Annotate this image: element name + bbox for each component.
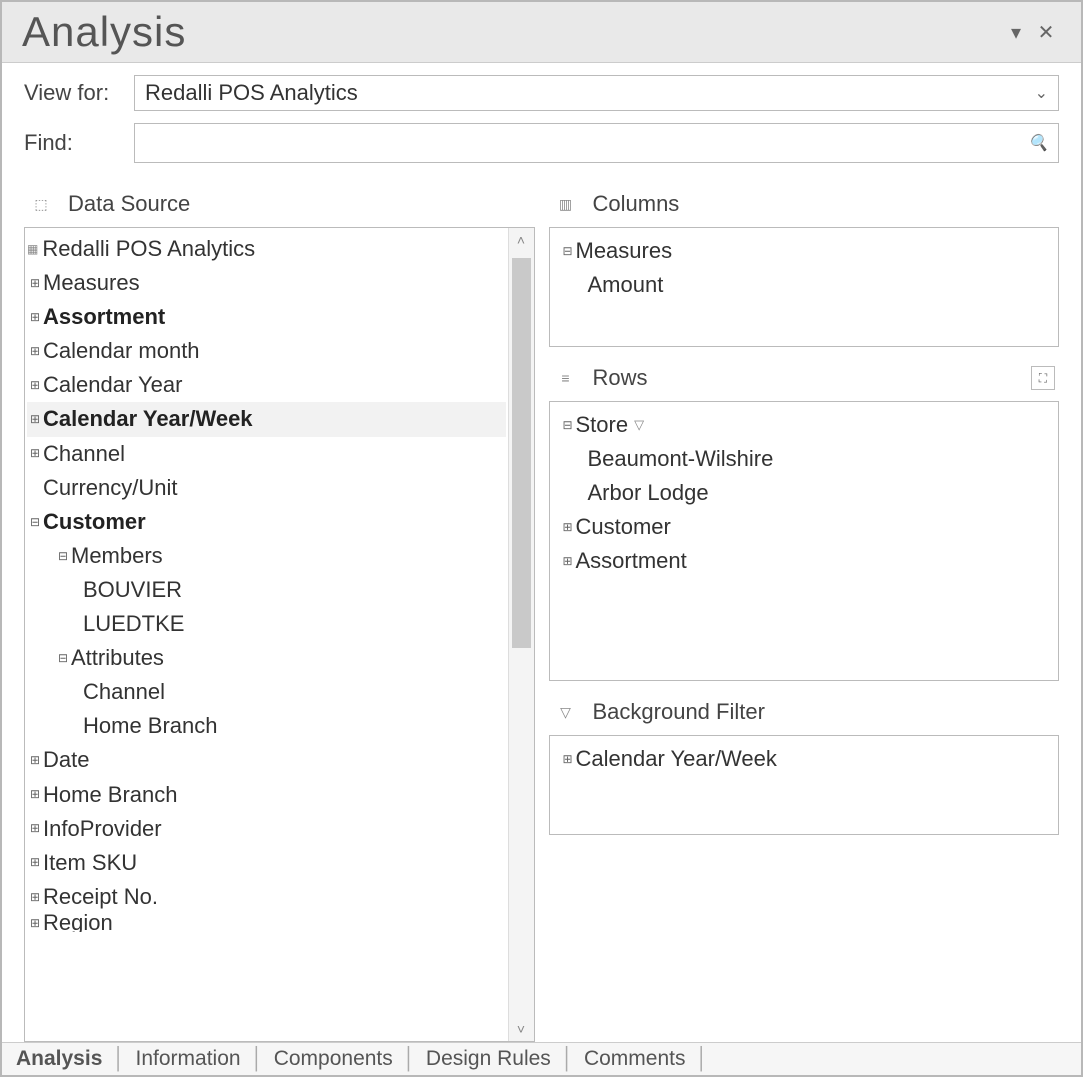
tree-item[interactable]: Members	[71, 539, 163, 573]
tab-analysis[interactable]: Analysis	[12, 1047, 106, 1071]
tree-item[interactable]: LUEDTKE	[83, 607, 184, 641]
tree-item[interactable]: BOUVIER	[83, 573, 182, 607]
rows-icon: ≡	[557, 370, 575, 386]
scrollbar[interactable]: ˄ ˅	[508, 228, 534, 1041]
tree-item[interactable]: Date	[43, 743, 89, 777]
chevron-down-icon: ⌄	[1035, 83, 1048, 103]
tree-item[interactable]: Attributes	[71, 641, 164, 675]
expand-icon[interactable]: ⊞	[560, 518, 576, 537]
collapse-icon[interactable]: ⊟	[560, 416, 576, 435]
tab-comments[interactable]: Comments	[580, 1047, 690, 1071]
find-input[interactable]	[145, 130, 1028, 156]
rows-title: Rows	[593, 365, 648, 391]
bottom-tabs: Analysis│ Information│ Components│ Desig…	[2, 1042, 1081, 1075]
tree-item[interactable]: Assortment	[43, 300, 165, 334]
minimize-dropdown-icon[interactable]: ▾	[1001, 20, 1031, 45]
expand-icon[interactable]: ⊞	[27, 376, 43, 395]
tree-item[interactable]: Measures	[576, 234, 673, 268]
panel-title: Analysis	[22, 8, 1001, 56]
tree-item[interactable]: Item SKU	[43, 846, 137, 880]
search-icon[interactable]: 🔍	[1028, 133, 1048, 153]
filter-icon[interactable]: ▽	[634, 415, 644, 435]
expand-icon[interactable]: ⊞	[27, 819, 43, 838]
panel-titlebar: Analysis ▾ ✕	[2, 2, 1081, 63]
expand-icon[interactable]: ⊞	[27, 914, 43, 932]
tab-information[interactable]: Information	[132, 1047, 245, 1071]
tree-item[interactable]: Assortment	[576, 544, 687, 578]
expand-icon[interactable]: ⊞	[27, 853, 43, 872]
view-for-select[interactable]: Redalli POS Analytics ⌄	[134, 75, 1059, 111]
tree-item[interactable]: Customer	[576, 510, 671, 544]
view-for-value: Redalli POS Analytics	[145, 80, 358, 106]
tree-item[interactable]: Calendar Year	[43, 368, 182, 402]
funnel-icon: ▽	[557, 704, 575, 721]
find-box: 🔍	[134, 123, 1059, 163]
scroll-thumb[interactable]	[512, 258, 531, 648]
expand-icon[interactable]: ⊞	[560, 552, 576, 571]
expand-icon[interactable]: ⊞	[27, 785, 43, 804]
bg-filter-title: Background Filter	[593, 699, 765, 725]
collapse-icon[interactable]: ⊟	[55, 547, 71, 566]
expand-icon[interactable]: ⊞	[27, 751, 43, 770]
columns-box[interactable]: ⊟Measures Amount	[549, 227, 1060, 347]
tree-item[interactable]: Region	[43, 914, 113, 932]
tree-item[interactable]: Beaumont-Wilshire	[588, 442, 774, 476]
tree-item[interactable]: Receipt No.	[43, 880, 158, 914]
tree-item[interactable]: Calendar Year/Week	[43, 402, 253, 436]
tree-item[interactable]: Home Branch	[43, 778, 178, 812]
tab-design-rules[interactable]: Design Rules	[422, 1047, 555, 1071]
tree-item[interactable]: Channel	[43, 437, 125, 471]
columns-header: ▥ Columns	[549, 183, 1060, 227]
tree-item[interactable]: Measures	[43, 266, 140, 300]
expand-icon[interactable]: ⊞	[27, 308, 43, 327]
tree-item[interactable]: Channel	[83, 675, 165, 709]
expand-icon[interactable]: ⊞	[560, 750, 576, 769]
collapse-icon[interactable]: ⊟	[27, 513, 43, 532]
data-source-title: Data Source	[68, 191, 190, 217]
rows-box[interactable]: ⊟Store▽ Beaumont-Wilshire Arbor Lodge ⊞C…	[549, 401, 1060, 681]
scroll-up-icon[interactable]: ˄	[509, 232, 534, 248]
tree-item[interactable]: InfoProvider	[43, 812, 162, 846]
tree-item[interactable]: Home Branch	[83, 709, 218, 743]
collapse-icon[interactable]: ⊟	[55, 649, 71, 668]
close-icon[interactable]: ✕	[1031, 20, 1061, 45]
rows-settings-button[interactable]: ⛶	[1031, 366, 1055, 390]
expand-icon[interactable]: ⊞	[27, 888, 43, 907]
data-source-header: ⬚ Data Source	[24, 183, 535, 227]
tree-item[interactable]: Amount	[588, 268, 664, 302]
expand-icon[interactable]: ⊞	[27, 342, 43, 361]
scroll-down-icon[interactable]: ˅	[509, 1021, 534, 1037]
columns-title: Columns	[593, 191, 680, 217]
bg-filter-header: ▽ Background Filter	[549, 691, 1060, 735]
tree-item[interactable]: Calendar Year/Week	[576, 742, 777, 776]
view-for-label: View for:	[24, 80, 126, 106]
tree-item[interactable]: Arbor Lodge	[588, 476, 709, 510]
columns-icon: ▥	[557, 196, 575, 213]
tree-item[interactable]: Customer	[43, 505, 146, 539]
tree-item[interactable]: Store	[576, 408, 629, 442]
rows-header: ≡ Rows ⛶	[549, 357, 1060, 401]
find-label: Find:	[24, 130, 126, 156]
data-source-tree[interactable]: ▦Redalli POS Analytics ⊞Measures ⊞Assort…	[25, 228, 508, 1041]
tree-item[interactable]: Currency/Unit	[43, 471, 177, 505]
tree-item[interactable]: Calendar month	[43, 334, 200, 368]
expand-icon[interactable]: ⊞	[27, 410, 43, 429]
collapse-icon[interactable]: ⊟	[560, 242, 576, 261]
expand-icon[interactable]: ⊞	[27, 274, 43, 293]
tree-item[interactable]: Redalli POS Analytics	[42, 232, 255, 266]
cube-icon: ⬚	[32, 196, 50, 213]
bg-filter-box[interactable]: ⊞Calendar Year/Week	[549, 735, 1060, 835]
tab-components[interactable]: Components	[270, 1047, 397, 1071]
expand-icon[interactable]: ⊞	[27, 444, 43, 463]
datasource-icon: ▦	[27, 240, 38, 259]
